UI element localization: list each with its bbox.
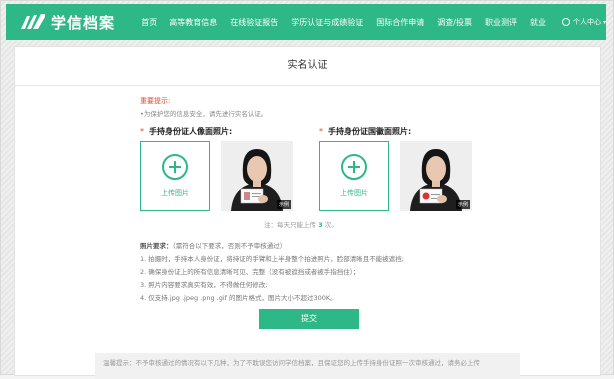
back-sample-image: 示例: [400, 141, 472, 211]
site-name: 学信档案: [51, 13, 116, 32]
menu-career-assessment[interactable]: 职业测评: [485, 17, 517, 28]
upload-front-label: 上传图片: [161, 189, 189, 197]
required-mark: *: [319, 127, 323, 136]
upload-limit-note: 注：每天只能上传 3 次。: [264, 221, 338, 229]
verification-panel: 实名认证 重要提示: •为保护您的信息安全，请先进行实名认证。 * 手持身份证人像…: [14, 46, 601, 379]
requirement-item: 3. 照片内容要求真实有效，不得做任何修改;: [140, 281, 268, 289]
top-navbar: 学信档案 首页 高等教育信息 在线验证报告 学历认证与成绩验证 国际合作申请 调…: [6, 4, 606, 40]
main-menu: 首页 高等教育信息 在线验证报告 学历认证与成绩验证 国际合作申请 调查/投票 …: [141, 17, 559, 28]
menu-survey-vote[interactable]: 调查/投票: [437, 17, 472, 28]
page-title: 实名认证: [15, 47, 600, 86]
back-photo-label: * 手持身份证国徽面照片:: [319, 127, 412, 136]
plus-icon: [162, 154, 188, 180]
menu-degree-certification[interactable]: 学历认证与成绩验证: [291, 17, 363, 28]
upload-back-button[interactable]: 上传图片: [319, 141, 389, 211]
front-photo-label: * 手持身份证人像面照片:: [140, 127, 233, 136]
menu-online-verification[interactable]: 在线验证报告: [230, 17, 278, 28]
upload-back-label: 上传图片: [340, 189, 368, 197]
sample-badge: 示例: [455, 200, 470, 209]
logo-book-icon: [21, 14, 45, 29]
menu-international-cooperation[interactable]: 国际合作申请: [376, 17, 424, 28]
requirement-item: 2. 确保身份证上的所有信息清晰可见、完整（没有被遮挡或者被手指挡住）；: [140, 268, 360, 276]
notice-text: •为保护您的信息安全，请先进行实名认证。: [140, 110, 268, 118]
caret-down-icon: ▾: [602, 18, 606, 26]
required-mark: *: [140, 127, 144, 136]
footer-tip: 温馨提示：不予审核通过的情况有以下几种，为了不耽误您访问学信档案，且保证您的上传…: [95, 353, 520, 379]
plus-icon: [341, 154, 367, 180]
requirement-item: 1. 拍摄时，手持本人身份证，将持证的手臂和上半身整个拍进照片，脸部清晰且不能被…: [140, 255, 404, 263]
sample-badge: 示例: [276, 200, 291, 209]
menu-higher-education[interactable]: 高等教育信息: [169, 17, 217, 28]
user-icon: [561, 18, 570, 26]
requirement-item: 4. 仅支持.jpg .jpeg .png .gif 的图片格式，图片大小不超过…: [140, 294, 337, 302]
site-logo[interactable]: 学信档案: [20, 12, 141, 33]
upload-front-button[interactable]: 上传图片: [140, 141, 210, 211]
submit-button[interactable]: 提交: [259, 309, 359, 329]
notice-title: 重要提示:: [140, 97, 171, 105]
menu-home[interactable]: 首页: [141, 17, 157, 28]
menu-employment[interactable]: 就业: [530, 17, 546, 28]
user-center-menu[interactable]: 个人中心 ▾: [561, 17, 606, 27]
requirements-title: 照片要求：（需符合以下要求，否则不予审核通过）: [140, 242, 287, 250]
front-sample-image: 示例: [221, 141, 293, 211]
user-center-label: 个人中心: [572, 18, 601, 26]
